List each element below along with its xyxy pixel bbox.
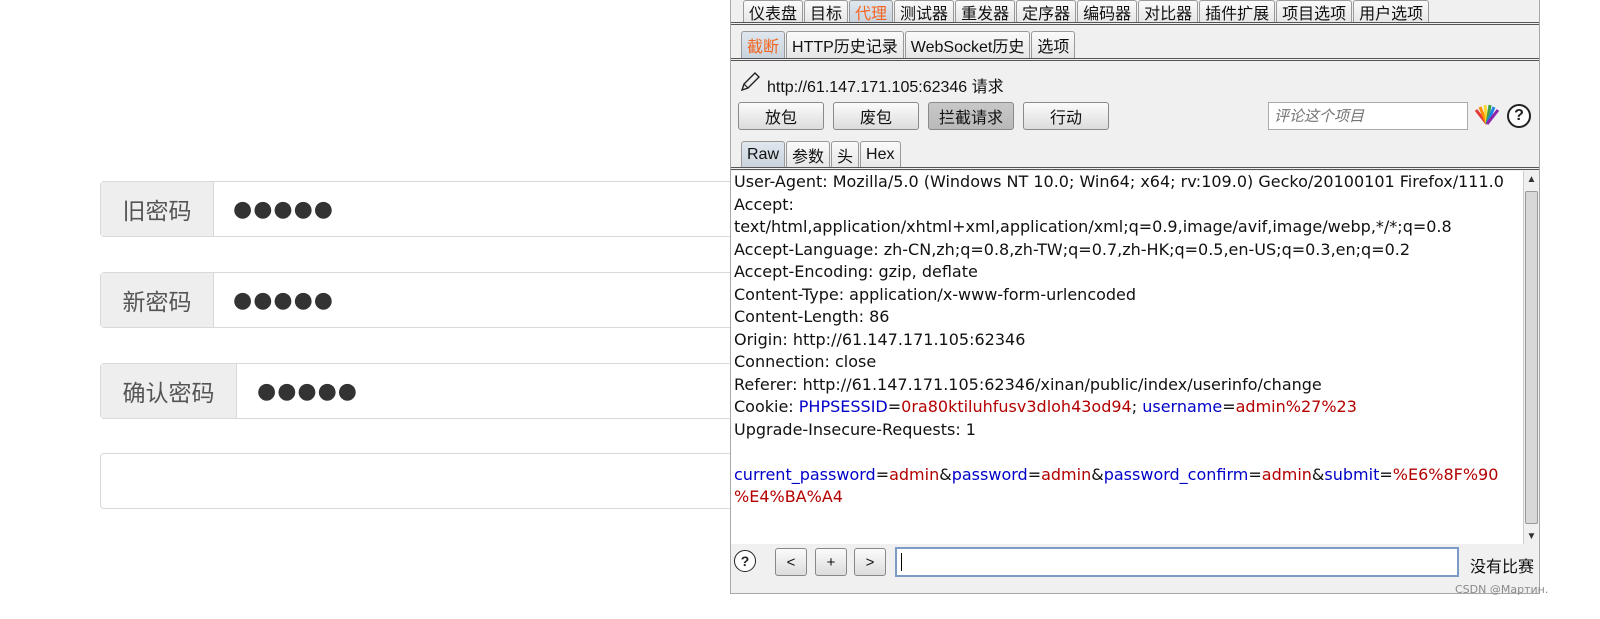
tab-headers[interactable]: 头: [831, 141, 860, 168]
tab-websocket-history[interactable]: WebSocket历史: [904, 31, 1031, 58]
header-referer: Referer: http://61.147.171.105:62346/xin…: [734, 374, 1322, 394]
pencil-icon: [740, 72, 760, 92]
request-body: current_password=admin&password=admin&pa…: [734, 464, 1499, 484]
intercept-toggle-button[interactable]: 拦截请求: [928, 102, 1014, 130]
old-password-row: 旧密码 ●●●●●: [100, 181, 780, 237]
header-content-length: Content-Length: 86: [734, 307, 890, 326]
tab-params[interactable]: 参数: [786, 141, 831, 168]
param-key: current_password: [734, 464, 876, 484]
header-connection: Connection: close: [734, 352, 877, 371]
tab-hex[interactable]: Hex: [860, 141, 901, 168]
header-content-type: Content-Type: application/x-www-form-url…: [734, 284, 1137, 304]
tab-decoder[interactable]: 编码器: [1077, 0, 1138, 23]
cookie-label: Cookie:: [734, 397, 799, 416]
match-count-label: 没有比赛: [1470, 559, 1535, 576]
tab-project-options[interactable]: 项目选项: [1276, 0, 1353, 23]
request-editor[interactable]: User-Agent: Mozilla/5.0 (Windows NT 10.0…: [731, 171, 1523, 544]
header-user-agent: User-Agent: Mozilla/5.0 (Windows NT 10.0…: [734, 172, 1504, 191]
tab-intercept[interactable]: 截断: [741, 31, 786, 58]
tab-extender[interactable]: 插件扩展: [1199, 0, 1276, 23]
confirm-password-input[interactable]: ●●●●●: [257, 364, 358, 418]
proxy-tab-separator: [731, 58, 1539, 61]
param-value: admin: [1261, 464, 1312, 484]
request-body-wrap: %E4%BA%A4: [731, 486, 1523, 509]
new-password-row: 新密码 ●●●●●: [100, 272, 780, 328]
main-tabbar: 仪表盘 目标 代理 测试器 重发器 定序器 编码器 对比器 插件扩展 项目选项 …: [743, 0, 1539, 23]
scroll-down-arrow-icon[interactable]: ▼: [1524, 528, 1539, 544]
confirm-password-row: 确认密码 ●●●●●: [100, 363, 780, 419]
main-tab-separator: [731, 22, 1539, 25]
confirm-password-label: 确认密码: [101, 364, 237, 418]
tab-intruder[interactable]: 测试器: [894, 0, 955, 23]
proxy-tabbar: 截断 HTTP历史记录 WebSocket历史 选项: [741, 31, 1539, 58]
tab-raw[interactable]: Raw: [741, 141, 786, 168]
tab-comparer[interactable]: 对比器: [1138, 0, 1199, 23]
cookie-key: PHPSESSID: [798, 397, 888, 416]
request-title: http://61.147.171.105:62346 请求: [767, 79, 1004, 96]
old-password-label: 旧密码: [101, 182, 214, 236]
header-accept-value: text/html,application/xhtml+xml,applicat…: [734, 217, 1452, 236]
header-origin: Origin: http://61.147.171.105:62346: [734, 329, 1026, 349]
drop-button[interactable]: 废包: [833, 102, 919, 130]
tab-http-history[interactable]: HTTP历史记录: [786, 31, 904, 58]
forward-button[interactable]: 放包: [738, 102, 824, 130]
param-value: admin: [1041, 464, 1092, 484]
tab-dashboard[interactable]: 仪表盘: [743, 0, 804, 23]
scrollbar-thumb[interactable]: [1525, 191, 1538, 524]
tab-proxy-options[interactable]: 选项: [1031, 31, 1076, 58]
tab-repeater[interactable]: 重发器: [955, 0, 1016, 23]
search-help-icon[interactable]: ?: [734, 550, 756, 572]
search-input[interactable]: [895, 547, 1459, 577]
param-value: admin: [889, 464, 940, 484]
param-value: %E4%BA%A4: [734, 487, 843, 506]
tab-target[interactable]: 目标: [804, 0, 849, 23]
header-accept-encoding: Accept-Encoding: gzip, deflate: [734, 262, 978, 281]
watermark: CSDN @Мартин.: [1455, 583, 1549, 596]
header-accept: Accept:: [734, 194, 794, 214]
text-caret: [901, 553, 902, 571]
burp-proxy-window: 仪表盘 目标 代理 测试器 重发器 定序器 编码器 对比器 插件扩展 项目选项 …: [730, 0, 1540, 594]
next-match-button[interactable]: >: [854, 548, 886, 576]
highlight-color-icon[interactable]: [1474, 104, 1500, 126]
view-tabbar: Raw 参数 头 Hex: [741, 141, 1539, 168]
new-password-label: 新密码: [101, 273, 214, 327]
param-key: submit: [1324, 464, 1380, 484]
cookie-value: 0ra80ktiluhfusv3dloh43od94: [901, 397, 1132, 416]
new-password-input[interactable]: ●●●●●: [233, 273, 334, 327]
scroll-up-arrow-icon[interactable]: ▲: [1524, 171, 1539, 187]
editor-scrollbar[interactable]: ▲ ▼: [1523, 171, 1539, 544]
view-tab-separator: [731, 167, 1539, 170]
comment-input[interactable]: [1268, 102, 1468, 130]
param-key: password: [951, 464, 1028, 484]
tab-proxy[interactable]: 代理: [849, 0, 894, 23]
cookie-key: username: [1142, 397, 1223, 416]
old-password-input[interactable]: ●●●●●: [233, 182, 334, 236]
tab-sequencer[interactable]: 定序器: [1016, 0, 1077, 23]
submit-area[interactable]: [100, 453, 780, 509]
cookie-value: admin%27%23: [1235, 397, 1357, 416]
param-key: password_confirm: [1103, 464, 1249, 484]
previous-match-button[interactable]: <: [775, 548, 807, 576]
help-icon[interactable]: ?: [1507, 104, 1531, 128]
header-cookie: Cookie: PHPSESSID=0ra80ktiluhfusv3dloh43…: [734, 397, 1357, 416]
header-accept-language: Accept-Language: zh-CN,zh;q=0.8,zh-TW;q=…: [734, 239, 1411, 259]
action-button[interactable]: 行动: [1023, 102, 1109, 130]
tab-user-options[interactable]: 用户选项: [1353, 0, 1430, 23]
add-match-button[interactable]: +: [815, 548, 847, 576]
header-upgrade: Upgrade-Insecure-Requests: 1: [734, 419, 976, 439]
param-value: %E6%8F%90: [1392, 464, 1499, 484]
